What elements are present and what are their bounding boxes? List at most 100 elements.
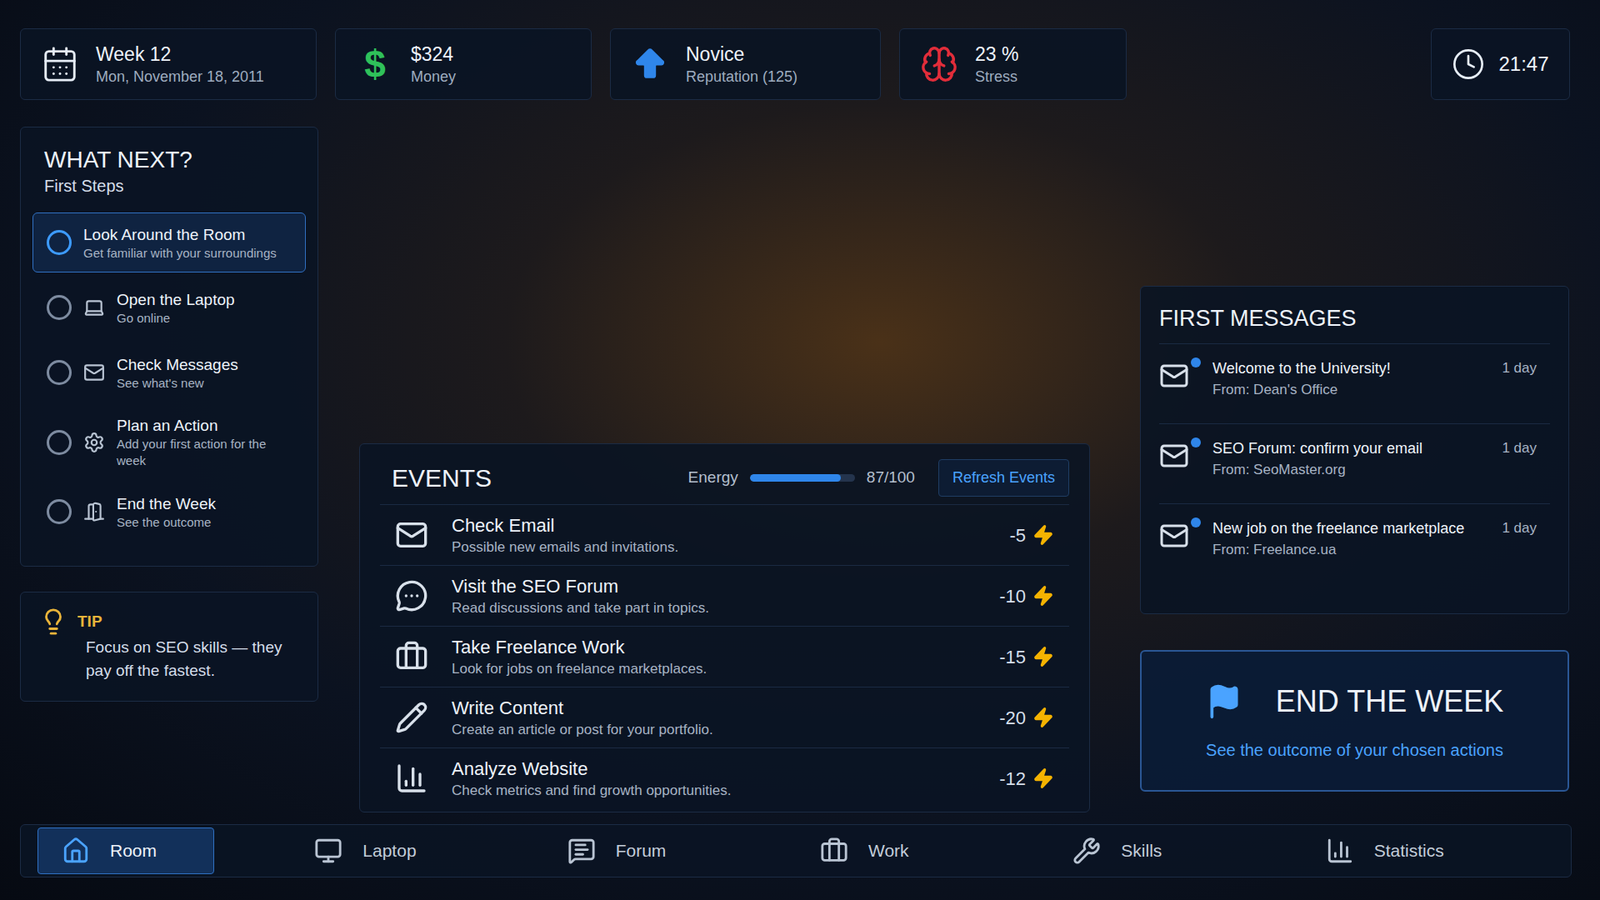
mail-icon bbox=[83, 361, 105, 384]
event-desc: Read discussions and take part in topics… bbox=[451, 598, 976, 618]
lightbulb-icon bbox=[39, 607, 68, 636]
stat-label: Reputation (125) bbox=[685, 66, 798, 87]
nav-tab[interactable]: Skills bbox=[1048, 827, 1225, 875]
event-row[interactable]: Visit the SEO ForumRead discussions and … bbox=[380, 565, 1070, 626]
unread-dot bbox=[1190, 357, 1201, 368]
step-title: End the Week bbox=[116, 493, 216, 515]
event-cost: -20 bbox=[999, 704, 1026, 732]
step-checkbox[interactable] bbox=[46, 499, 72, 525]
step-desc: Get familiar with your surroundings bbox=[83, 245, 277, 262]
event-cost: -5 bbox=[1009, 521, 1026, 550]
lightning-icon bbox=[1032, 645, 1055, 668]
step-item[interactable]: Plan an ActionAdd your first action for … bbox=[32, 407, 306, 477]
stat-value: Novice bbox=[685, 41, 798, 67]
message-age: 1 day bbox=[1501, 517, 1537, 540]
event-title: Write Content bbox=[451, 696, 976, 720]
message-row[interactable]: Welcome to the University!From: Dean's O… bbox=[1159, 343, 1550, 424]
house-icon bbox=[61, 836, 90, 865]
step-item[interactable]: End the WeekSee the outcome bbox=[32, 481, 306, 542]
event-title: Check Email bbox=[451, 514, 986, 538]
stat-card: NoviceReputation (125) bbox=[610, 28, 881, 100]
energy-label: Energy bbox=[688, 465, 739, 490]
mail-icon bbox=[395, 518, 429, 552]
gear-icon bbox=[83, 431, 105, 454]
step-title: Look Around the Room bbox=[83, 224, 277, 245]
message-row[interactable]: New job on the freelance marketplaceFrom… bbox=[1159, 503, 1550, 584]
message-from: From: Freelance.ua bbox=[1212, 539, 1487, 561]
step-item[interactable]: Check MessagesSee what's new bbox=[32, 342, 306, 403]
what-next-panel: WHAT NEXT?First StepsLook Around the Roo… bbox=[20, 126, 319, 567]
step-checkbox[interactable] bbox=[46, 230, 72, 255]
stat-label: Mon, November 18, 2011 bbox=[95, 66, 265, 87]
stat-value: 23 % bbox=[975, 41, 1019, 67]
message-subject: SEO Forum: confirm your email bbox=[1212, 437, 1487, 460]
message-row[interactable]: SEO Forum: confirm your emailFrom: SeoMa… bbox=[1159, 423, 1550, 504]
stat-value: $324 bbox=[410, 41, 456, 67]
lightning-icon bbox=[1032, 524, 1055, 546]
brain-icon bbox=[920, 45, 959, 84]
bottom-nav: Room Laptop Forum Work Skills Statistics bbox=[20, 824, 1572, 878]
envelope-icon bbox=[1159, 520, 1190, 551]
energy-bar bbox=[750, 474, 855, 482]
step-title: Plan an Action bbox=[116, 415, 292, 436]
nav-tab[interactable]: Statistics bbox=[1301, 827, 1479, 875]
step-desc: See what's new bbox=[116, 375, 239, 392]
tools-icon bbox=[1072, 836, 1101, 865]
energy-reading: 87/100 bbox=[866, 465, 915, 490]
stat-label: Stress bbox=[975, 66, 1019, 87]
event-title: Take Freelance Work bbox=[451, 635, 976, 660]
step-title: Check Messages bbox=[116, 354, 239, 375]
what-next-title: WHAT NEXT? bbox=[32, 145, 306, 175]
nav-tab[interactable]: Forum bbox=[543, 827, 720, 875]
nav-tab[interactable]: Work bbox=[795, 827, 973, 875]
end-week-title: END THE WEEK bbox=[1275, 679, 1504, 725]
message-from: From: SeoMaster.org bbox=[1212, 459, 1487, 481]
envelope-icon bbox=[1159, 360, 1190, 391]
event-cost: -10 bbox=[999, 582, 1026, 610]
envelope-icon bbox=[1159, 440, 1190, 471]
event-row[interactable]: Write ContentCreate an article or post f… bbox=[380, 686, 1070, 748]
step-item[interactable]: Open the LaptopGo online bbox=[32, 277, 306, 338]
event-desc: Look for jobs on freelance marketplaces. bbox=[451, 659, 976, 679]
monitor-icon bbox=[314, 836, 343, 865]
clock: 21:47 bbox=[1430, 28, 1570, 100]
door-icon bbox=[83, 500, 105, 523]
end-week-button[interactable]: END THE WEEKSee the outcome of your chos… bbox=[1140, 650, 1570, 792]
top-bar: Week 12Mon, November 18, 2011$$324MoneyN… bbox=[20, 28, 1580, 100]
events-title: EVENTS bbox=[380, 459, 504, 497]
lightning-icon bbox=[1032, 706, 1055, 729]
step-checkbox[interactable] bbox=[46, 430, 72, 455]
event-row[interactable]: Take Freelance WorkLook for jobs on free… bbox=[380, 625, 1070, 687]
refresh-events-button[interactable]: Refresh Events bbox=[938, 459, 1070, 497]
flag-icon bbox=[1205, 683, 1243, 720]
laptop-icon bbox=[83, 296, 105, 319]
event-desc: Check metrics and find growth opportunit… bbox=[451, 780, 976, 800]
messages-title: FIRST MESSAGES bbox=[1159, 301, 1550, 335]
event-desc: Possible new emails and invitations. bbox=[451, 537, 986, 557]
message-from: From: Dean's Office bbox=[1212, 379, 1487, 401]
stat-card: 23 %Stress bbox=[899, 28, 1127, 100]
clock-icon bbox=[1451, 47, 1485, 81]
calendar-icon bbox=[40, 45, 80, 84]
event-row[interactable]: Check EmailPossible new emails and invit… bbox=[380, 504, 1070, 565]
nav-tab[interactable]: Room bbox=[37, 827, 215, 875]
game-screen: Week 12Mon, November 18, 2011$$324MoneyN… bbox=[0, 0, 1600, 900]
step-checkbox[interactable] bbox=[46, 295, 72, 320]
step-desc: Add your first action for the week bbox=[116, 435, 292, 470]
event-cost: -15 bbox=[999, 643, 1026, 671]
event-row[interactable]: Analyze WebsiteCheck metrics and find gr… bbox=[380, 747, 1070, 809]
events-panel: EVENTS Energy 87/100 Refresh Events Check Em… bbox=[359, 443, 1090, 813]
step-desc: Go online bbox=[116, 310, 235, 327]
tip-text: Focus on SEO skills — they pay off the f… bbox=[39, 635, 290, 683]
stat-card: Week 12Mon, November 18, 2011 bbox=[20, 28, 317, 100]
step-item[interactable]: Look Around the RoomGet familiar with yo… bbox=[32, 212, 306, 273]
step-checkbox[interactable] bbox=[46, 360, 72, 385]
nav-tab[interactable]: Laptop bbox=[290, 827, 467, 875]
bar-chart-icon bbox=[1325, 836, 1355, 865]
unread-dot bbox=[1190, 437, 1201, 448]
event-title: Analyze Website bbox=[451, 757, 976, 781]
event-desc: Create an article or post for your portf… bbox=[451, 720, 976, 740]
arrow-up-icon bbox=[630, 45, 670, 84]
messages-panel: FIRST MESSAGES Welcome to the University!… bbox=[1140, 285, 1570, 615]
lightning-icon bbox=[1032, 585, 1055, 607]
